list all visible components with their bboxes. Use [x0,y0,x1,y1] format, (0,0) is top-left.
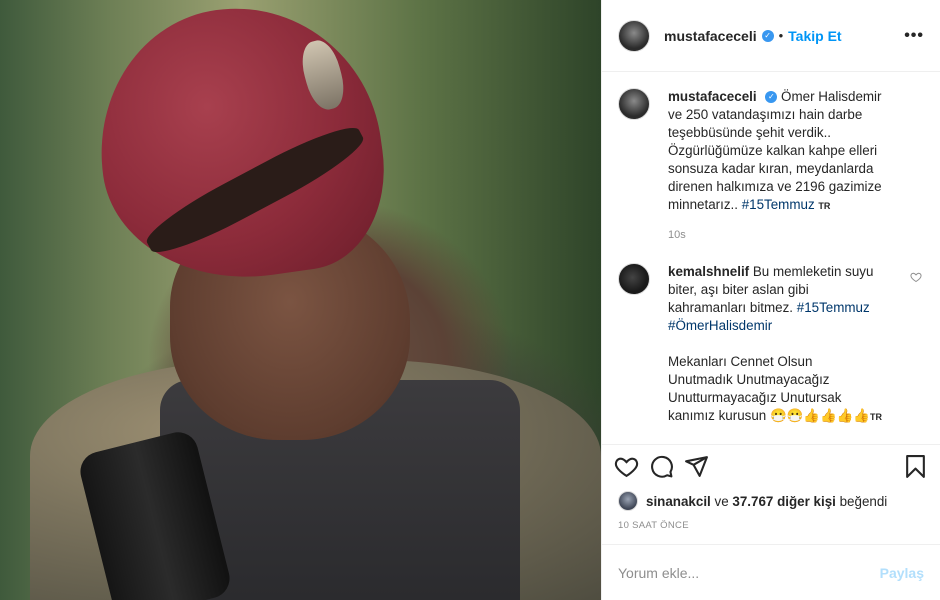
comment-lang-tag: TR [870,412,883,422]
comment-emojis: 😷😷👍👍👍👍 [769,408,871,423]
likes-count[interactable]: 37.767 diğer kişi [732,494,835,509]
add-comment-bar: Paylaş [602,544,940,600]
post-caption: mustafaceceli ✓ Ömer Halisdemir ve 250 v… [618,88,924,215]
post-sidebar: mustafaceceli ✓ • Takip Et ••• mustaface… [601,0,940,600]
comment-item: kemalshnelif Bu memleketin suyu biter, a… [618,263,924,426]
comment-input[interactable] [618,564,880,581]
caption-username[interactable]: mustafaceceli [668,89,757,104]
caption-verified-icon: ✓ [765,91,778,104]
caption-hashtag[interactable]: #15Temmuz [742,197,815,212]
comment-username[interactable]: kemalshnelif [668,264,749,279]
like-heart-icon[interactable] [614,454,639,479]
likes-summary: sinanakcil ve 37.767 diğer kişi beğendi [602,488,940,514]
commenter-avatar[interactable] [618,263,650,295]
author-avatar[interactable] [618,19,650,52]
author-username[interactable]: mustafaceceli [664,28,757,44]
comment-text-block: kemalshnelif Bu memleketin suyu biter, a… [668,263,890,426]
comment-like-heart-icon[interactable] [910,271,922,283]
comments-list[interactable]: mustafaceceli ✓ Ömer Halisdemir ve 250 v… [602,72,940,444]
liker-username[interactable]: sinanakcil [646,494,711,509]
likes-connector: ve [714,493,729,509]
liker-avatar[interactable] [618,491,638,511]
comment-spacer [668,335,890,353]
post-timestamp[interactable]: 10 SAAT ÖNCE [602,514,940,544]
verified-badge-icon: ✓ [761,29,774,42]
share-send-icon[interactable] [684,454,709,479]
caption-text-block: mustafaceceli ✓ Ömer Halisdemir ve 250 v… [668,88,890,215]
post-comment-button[interactable]: Paylaş [880,565,924,581]
post-header: mustafaceceli ✓ • Takip Et ••• [602,0,940,72]
more-options-icon[interactable]: ••• [904,27,924,45]
post-actions-bar [602,444,940,488]
likes-suffix: beğendi [839,493,888,509]
caption-time[interactable]: 10s [668,229,924,241]
separator-dot: • [778,28,784,43]
instagram-post: mustafaceceli ✓ • Takip Et ••• mustaface… [0,0,940,600]
caption-author-avatar[interactable] [618,88,650,120]
follow-button[interactable]: Takip Et [788,28,841,44]
caption-lang-tag: TR [818,201,831,211]
comment-bubble-icon[interactable] [649,454,674,479]
save-bookmark-icon[interactable] [903,454,928,479]
caption-text: Ömer Halisdemir ve 250 vatandaşımızı hai… [668,89,882,212]
post-photo[interactable] [0,0,601,600]
